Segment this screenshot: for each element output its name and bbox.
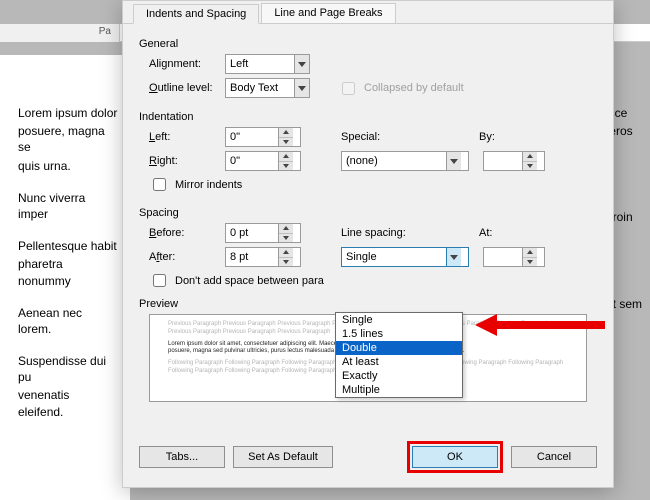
set-as-default-button[interactable]: Set As Default (233, 446, 333, 468)
tab-line-page-breaks[interactable]: Line and Page Breaks (261, 3, 395, 23)
section-spacing: Spacing (139, 207, 597, 219)
spinner-icon[interactable] (522, 152, 537, 170)
before-value[interactable] (226, 224, 278, 242)
before-label: Before: (139, 227, 225, 239)
outline-value[interactable] (226, 79, 294, 97)
line-spacing-option-at-least[interactable]: At least (336, 355, 462, 369)
outline-label: OOutline level:utline level: (139, 82, 225, 94)
spinner-icon[interactable] (278, 128, 293, 146)
dialog-button-row: Tabs... Set As Default OK Cancel (123, 431, 613, 487)
doc-text: pharetra nonummy (18, 256, 118, 288)
after-spinner[interactable] (225, 247, 301, 267)
spinner-icon[interactable] (278, 248, 293, 266)
doc-text: quis urna. (18, 158, 118, 174)
by-spinner[interactable] (483, 151, 545, 171)
dont-add-space-checkbox[interactable]: Don't add space between paraDon't add sp… (149, 271, 473, 290)
doc-text: venenatis eleifend. (18, 387, 118, 419)
line-spacing-option-exactly[interactable]: Exactly (336, 369, 462, 383)
indent-right-value[interactable] (226, 152, 278, 170)
outline-combo[interactable] (225, 78, 310, 98)
section-indentation: Indentation (139, 111, 597, 123)
doc-text: Suspendisse dui pu (18, 353, 118, 385)
chevron-down-icon[interactable] (294, 79, 309, 97)
line-spacing-option-multiple[interactable]: Multiple (336, 383, 462, 397)
special-combo[interactable] (341, 151, 469, 171)
special-value[interactable] (342, 152, 446, 170)
paragraph-dialog: Indents and Spacing Line and Page Breaks… (122, 0, 614, 488)
cancel-button[interactable]: Cancel (511, 446, 597, 468)
document-page: Lorem ipsum dolor posuere, magna se quis… (0, 55, 130, 500)
collapsed-checkbox: Collapsed by default (338, 79, 464, 98)
after-label: After: (139, 251, 225, 263)
tabs-button[interactable]: Tabs... (139, 446, 225, 468)
annotation-arrow (475, 314, 605, 336)
indent-left-value[interactable] (226, 128, 278, 146)
spinner-icon[interactable] (278, 152, 293, 170)
at-label: At: (479, 227, 492, 239)
line-spacing-option-double[interactable]: Double (336, 341, 462, 355)
indent-left-spinner[interactable] (225, 127, 301, 147)
section-preview: Preview (139, 298, 597, 310)
doc-text: Nunc viverra imper (18, 190, 118, 222)
doc-text: Lorem ipsum dolor (18, 105, 118, 121)
indent-right-label: Right: (139, 155, 225, 167)
by-label: By: (479, 131, 495, 143)
ok-highlight: OK (407, 441, 503, 473)
doc-text: Pellentesque habit (18, 238, 118, 254)
tab-indents-spacing[interactable]: Indents and Spacing (133, 4, 259, 24)
line-spacing-option-single[interactable]: Single (336, 313, 462, 327)
ok-button[interactable]: OK (412, 446, 498, 468)
line-spacing-combo[interactable] (341, 247, 469, 267)
special-label: Special: (341, 131, 419, 143)
chevron-down-icon[interactable] (294, 55, 309, 73)
ruler-left: Pa (0, 24, 120, 42)
line-spacing-dropdown[interactable]: Single 1.5 lines Double At least Exactly… (335, 312, 463, 398)
mirror-indents-checkbox[interactable]: Mirror indents (149, 175, 242, 194)
at-spinner[interactable] (483, 247, 545, 267)
dialog-tabs: Indents and Spacing Line and Page Breaks (123, 1, 613, 24)
alignment-value[interactable] (226, 55, 294, 73)
line-spacing-option-1-5[interactable]: 1.5 lines (336, 327, 462, 341)
chevron-down-icon[interactable] (446, 248, 461, 266)
after-value[interactable] (226, 248, 278, 266)
line-spacing-value[interactable] (342, 248, 446, 266)
at-value[interactable] (484, 248, 522, 266)
line-spacing-label: Line spacing: (341, 227, 419, 239)
alignment-label: Alignment: (139, 58, 225, 70)
before-spinner[interactable] (225, 223, 301, 243)
doc-text: Aenean nec lorem. (18, 305, 118, 337)
by-value[interactable] (484, 152, 522, 170)
doc-text: posuere, magna se (18, 123, 118, 155)
indent-right-spinner[interactable] (225, 151, 301, 171)
section-general: General (139, 38, 597, 50)
chevron-down-icon[interactable] (446, 152, 461, 170)
indent-left-label: Left: (139, 131, 225, 143)
spinner-icon[interactable] (278, 224, 293, 242)
dialog-body: General Alignment: OOutline level:utline… (123, 24, 613, 431)
alignment-combo[interactable] (225, 54, 310, 74)
spinner-icon[interactable] (522, 248, 537, 266)
